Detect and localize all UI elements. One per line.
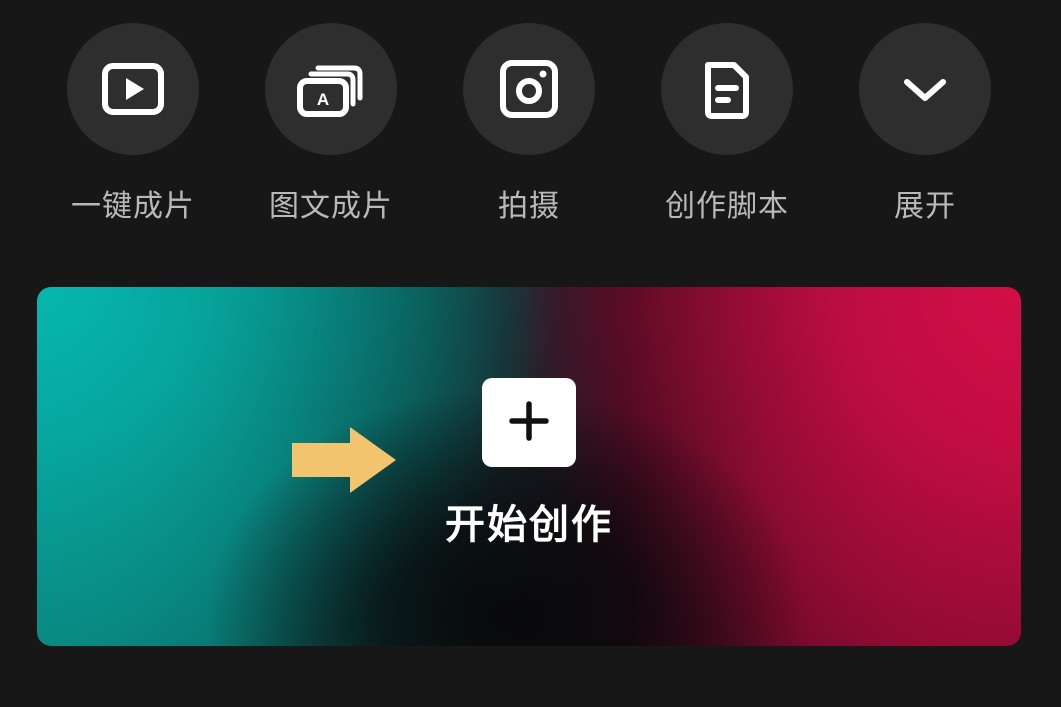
tool-icon-circle (463, 23, 595, 155)
plus-icon (507, 399, 551, 447)
tool-icon-circle (661, 23, 793, 155)
start-creating-label: 开始创作 (445, 502, 613, 548)
text-card-icon: A (294, 54, 368, 124)
camera-icon (494, 54, 564, 124)
home-screen: 一键成片 A 图文成片 拍摄 创作脚本 展开 开始创作 (0, 0, 1061, 707)
tool-label: 拍摄 (498, 189, 560, 224)
tool-expand[interactable]: 展开 (855, 23, 995, 233)
tool-icon-circle (859, 23, 991, 155)
start-creating-banner[interactable]: 开始创作 (37, 287, 1021, 646)
tool-one-click-video[interactable]: 一键成片 (63, 23, 203, 233)
start-creating-button[interactable] (482, 378, 576, 467)
tool-text-to-video[interactable]: A 图文成片 (261, 23, 401, 233)
chevron-down-icon (890, 54, 960, 124)
tool-label: 创作脚本 (665, 189, 789, 224)
tool-icon-circle (67, 23, 199, 155)
tool-shoot[interactable]: 拍摄 (459, 23, 599, 233)
tool-label: 图文成片 (269, 189, 393, 224)
tool-icon-circle: A (265, 23, 397, 155)
document-icon (692, 54, 762, 124)
tool-label: 一键成片 (71, 189, 195, 224)
arrow-right-icon (292, 427, 398, 497)
play-icon (98, 54, 168, 124)
svg-text:A: A (317, 90, 329, 109)
tool-script[interactable]: 创作脚本 (657, 23, 797, 233)
tool-label: 展开 (894, 189, 956, 224)
